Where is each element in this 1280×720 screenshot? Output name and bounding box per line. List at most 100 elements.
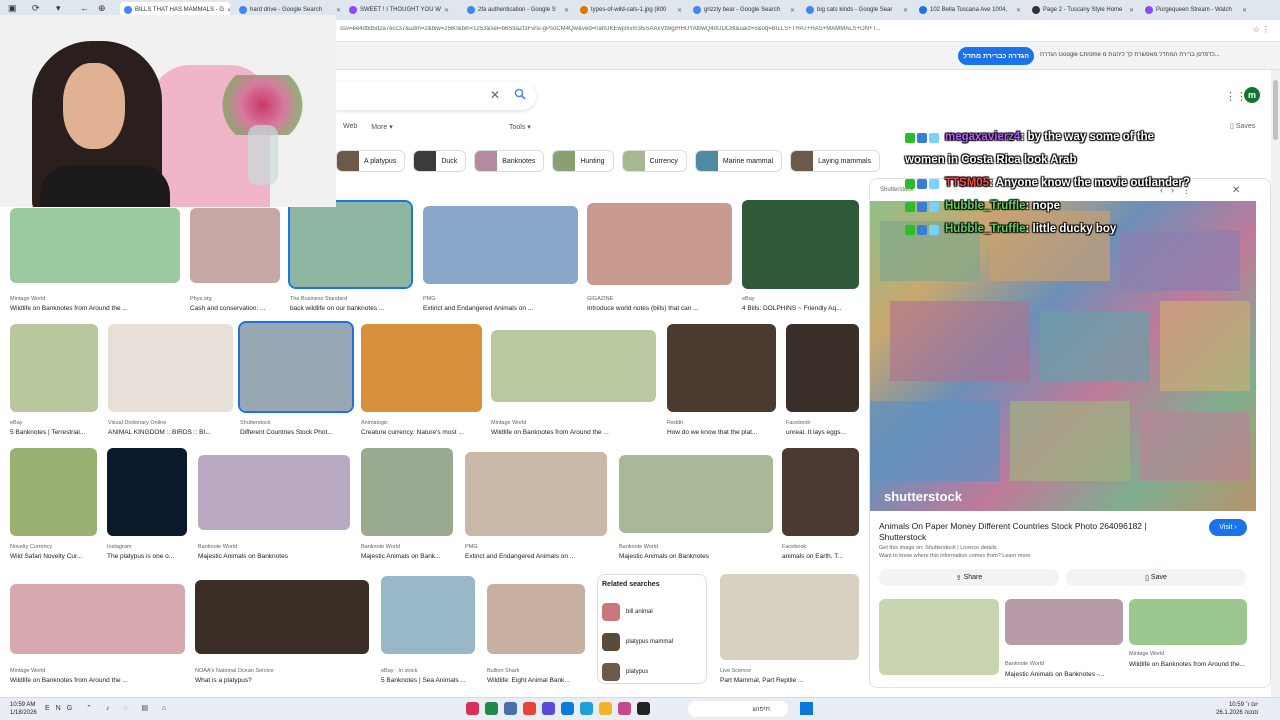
related-search-item[interactable]: platypus [602,661,702,683]
taskbar-clock[interactable]: 10:59 AM 1/18/2026 [10,701,37,717]
taskbar-app-icon[interactable] [485,702,498,715]
taskbar-app-icon[interactable] [542,702,555,715]
result-caption[interactable]: Majestic Animals on Banknotes [619,553,783,560]
result-thumbnail[interactable] [198,455,350,530]
result-thumbnail[interactable] [619,455,773,533]
result-caption[interactable]: Part Mammal, Part Reptile ... [720,677,869,684]
result-thumbnail[interactable] [491,330,656,402]
visit-button[interactable]: Visit › [1209,519,1247,536]
result-caption[interactable]: The platypus is one o... [107,553,197,560]
taskbar-app-icon[interactable] [504,702,517,715]
result-thumbnail[interactable] [423,206,578,284]
related-search-item[interactable]: platypus mammal [602,631,702,653]
filter-chip[interactable]: Currency [621,150,687,172]
filter-chip[interactable]: Duck [413,150,467,172]
browser-tab[interactable]: SWEET ! I THOUGHT YOU W ✕ [345,2,453,18]
result-caption[interactable]: Creature currency: Nature's most ... [361,429,492,436]
chat-username[interactable]: TTSM05 [945,172,989,195]
tab-search-icon[interactable]: ▾ [56,3,61,14]
taskbar-app-icon[interactable] [637,702,650,715]
result-thumbnail[interactable] [10,208,180,283]
tab-web[interactable]: Web [343,123,357,131]
close-tab-icon[interactable]: ✕ [333,7,341,14]
close-tab-icon[interactable]: ✕ [561,7,569,14]
taskbar-app-icon[interactable] [561,702,574,715]
result-thumbnail[interactable] [786,324,859,412]
result-thumbnail[interactable] [782,448,859,536]
result-thumbnail[interactable] [288,200,413,289]
related-caption[interactable]: Majestic Animals on Banknotes -... [1005,671,1104,678]
browser-tab[interactable]: 2fa authentication - Google S ✕ [463,2,573,18]
result-thumbnail[interactable] [487,584,585,654]
result-caption[interactable]: Majestic Animals on Banknotes [198,553,360,560]
browser-tab[interactable]: types-of-wild-cats-1.jpg (800 ✕ [576,2,686,18]
filter-chip[interactable]: Banknotes [474,150,545,172]
search-icon[interactable] [514,88,526,100]
close-tab-icon[interactable]: ✕ [900,7,908,14]
reload-icon[interactable]: ⟳ [32,3,40,14]
related-caption[interactable]: Wildlife on Banknotes from Around the... [1129,661,1245,668]
filter-chip[interactable]: A platypus [336,150,406,172]
back-icon[interactable]: ← [80,3,89,13]
filter-chip[interactable]: Hunting [552,150,614,172]
avatar[interactable]: m [1244,87,1260,103]
result-caption[interactable]: What is a platypus? [195,677,379,684]
page-scrollbar[interactable] [1271,70,1280,697]
result-thumbnail[interactable] [195,580,369,654]
browser-tab[interactable]: grizzly bear - Google Search ✕ [689,2,799,18]
preview-image[interactable] [870,201,1256,511]
result-caption[interactable]: Different Countries Stock Phot... [240,429,362,436]
result-caption[interactable]: Extinct and Endangered Animals on ... [465,553,617,560]
browser-tab[interactable]: Purgequeen Stream - Watch ✕ [1141,2,1251,18]
address-bar-icons[interactable]: ☆ ⋮ [1253,25,1270,34]
result-thumbnail[interactable] [361,448,453,536]
chat-username[interactable]: megaxavierz4 [945,126,1020,149]
result-caption[interactable]: Wildlife on Banknotes from Around the ..… [491,429,666,436]
taskbar-app-icon[interactable] [618,702,631,715]
browser-tab[interactable]: 102 Bella Toscana Ave 1004, ✕ [915,2,1025,18]
result-caption[interactable]: ANIMAL KINGDOM :: BIRDS :: BI... [108,429,243,436]
clear-search-icon[interactable]: ✕ [490,88,500,102]
result-caption[interactable]: How do we know that the plat... [667,429,786,436]
result-thumbnail[interactable] [381,576,475,654]
close-tab-icon[interactable]: ✕ [441,7,449,14]
result-thumbnail[interactable] [10,584,185,654]
result-caption[interactable]: Cash and conservation: ... [190,305,290,312]
preview-title[interactable]: Animals On Paper Money Different Countri… [879,521,1169,543]
related-thumb[interactable] [1129,599,1247,645]
address-bar[interactable]: ssv=ee4dbd5d2a7ecc37&udm=2&biw=2560&bih=… [340,26,1220,32]
filter-chip[interactable]: Laying mammals [790,150,881,172]
result-thumbnail[interactable] [742,200,859,289]
taskbar-search[interactable]: חיפוש [688,701,788,717]
result-caption[interactable]: Extinct and Endangered Animals on ... [423,305,588,312]
taskbar-app-icon[interactable] [523,702,536,715]
related-search-item[interactable]: bill animal [602,601,702,623]
close-tab-icon[interactable]: ✕ [1239,7,1247,14]
preview-license[interactable]: Get this image on: Shutterstock | Licenc… [879,545,997,551]
result-caption[interactable]: back wildlife on our banknotes ... [290,305,421,312]
result-caption[interactable]: Wildlife: Eight Animal Bank... [487,677,595,684]
search-input[interactable] [336,82,536,110]
result-thumbnail[interactable] [107,448,187,536]
result-caption[interactable]: 5 Banknotes | Sea Animals ... [381,677,485,684]
browser-tab[interactable]: big cats kinds - Google Sear ✕ [802,2,912,18]
share-button[interactable]: ⇪ Share [879,569,1059,586]
result-thumbnail[interactable] [667,324,776,412]
result-thumbnail[interactable] [720,574,859,660]
close-tab-icon[interactable]: ✕ [1126,7,1134,14]
result-thumbnail[interactable] [587,203,732,285]
windows-start-icon[interactable] [800,702,813,715]
result-thumbnail[interactable] [10,448,97,536]
preview-info-note[interactable]: Want to know where this information come… [879,553,1030,559]
system-tray-icons[interactable]: ENG ⌃ ♪ ◌ ▤ ⌂ [45,704,172,712]
result-caption[interactable]: Introduce world notes (bills) that can .… [587,305,742,312]
filter-chip[interactable]: Marine mammal [694,150,783,172]
result-thumbnail[interactable] [465,452,607,536]
chat-username[interactable]: Hubble_Truffle [945,218,1026,241]
set-default-button[interactable]: הגדרה כברירת מחדל [958,47,1034,65]
close-tab-icon[interactable]: ✕ [1013,7,1021,14]
tools-button[interactable]: Tools ▾ [509,123,531,131]
chat-username[interactable]: Hubble_Truffle [945,195,1026,218]
result-thumbnail[interactable] [10,324,98,412]
result-caption[interactable]: Wildlife on Banknotes from Around the ..… [10,305,190,312]
